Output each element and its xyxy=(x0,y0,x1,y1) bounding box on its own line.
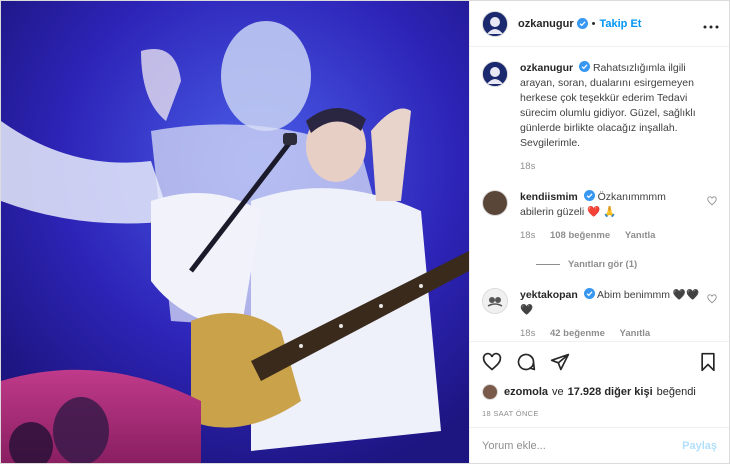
comment-input[interactable] xyxy=(482,439,683,452)
likes-summary: ezomola ve 17.928 diğer kişi beğendi xyxy=(470,381,729,403)
comment-likes[interactable]: 42 beğenme xyxy=(550,328,605,339)
caption-text-block: ozkanugur Rahatsızlığımla ilgili arayan,… xyxy=(520,61,717,151)
post-sidebar: ozkanugur • Takip Et ozkanugur Rahatsızl… xyxy=(469,1,729,463)
verified-badge-icon xyxy=(579,61,591,72)
share-send-icon[interactable] xyxy=(550,352,570,372)
avatar-image xyxy=(483,62,507,86)
comment-like-icon[interactable] xyxy=(707,294,717,304)
liker-username[interactable]: ezomola xyxy=(504,386,548,398)
post-comment-button[interactable]: Paylaş xyxy=(682,440,717,452)
instagram-post: ozkanugur • Takip Et ozkanugur Rahatsızl… xyxy=(0,0,730,464)
more-horizontal-icon[interactable] xyxy=(703,16,719,32)
comment-username[interactable]: kendiismim xyxy=(520,191,578,203)
comment-text-block: kendiismim Özkanımmmm abilerin güzeli ❤️… xyxy=(520,190,717,220)
avatar-image xyxy=(483,11,507,36)
comment-time[interactable]: 18s xyxy=(520,230,535,241)
avatar-image xyxy=(483,289,507,313)
caption-text: Rahatsızlığımla ilgili arayan, soran, du… xyxy=(520,62,696,149)
replies-line xyxy=(536,264,560,265)
post-photo[interactable] xyxy=(1,1,469,463)
comment-meta: 18s 42 beğenme Yanıtla xyxy=(520,328,717,339)
user-avatar[interactable] xyxy=(482,10,508,37)
likes-others[interactable]: 17.928 diğer kişi xyxy=(568,386,653,398)
caption-time[interactable]: 18s xyxy=(520,161,535,172)
bookmark-save-icon[interactable] xyxy=(699,352,717,372)
comment-meta: 18s 108 beğenme Yanıtla xyxy=(520,230,717,241)
separator-dot: • xyxy=(591,17,596,30)
likes-suffix: beğendi xyxy=(656,386,696,398)
like-heart-icon[interactable] xyxy=(482,352,502,372)
comment-avatar[interactable] xyxy=(482,288,508,314)
add-comment-bar: Paylaş xyxy=(470,427,729,463)
reply-button[interactable]: Yanıtla xyxy=(625,230,656,241)
post-timestamp[interactable]: 18 SAAT ÖNCE xyxy=(470,403,729,427)
post-header: ozkanugur • Takip Et xyxy=(470,1,729,47)
comment-like-icon[interactable] xyxy=(707,196,717,206)
comments-section: ozkanugur Rahatsızlığımla ilgili arayan,… xyxy=(470,47,729,341)
comment-avatar[interactable] xyxy=(482,190,508,216)
likes-connector: ve xyxy=(552,386,564,398)
caption-meta: 18s xyxy=(520,161,717,172)
concert-photo-illustration xyxy=(1,1,469,463)
caption-username[interactable]: ozkanugur xyxy=(520,62,573,74)
comment-text-block: yektakopan Abim benimmm 🖤🖤🖤 xyxy=(520,288,717,318)
comment-username[interactable]: yektakopan xyxy=(520,289,578,301)
verified-badge-icon xyxy=(583,190,595,201)
action-bar xyxy=(470,341,729,381)
follow-button[interactable]: Takip Et xyxy=(599,18,641,30)
liker-avatar[interactable] xyxy=(482,384,498,400)
caption: ozkanugur Rahatsızlığımla ilgili arayan,… xyxy=(482,61,717,151)
verified-badge-icon xyxy=(583,288,595,299)
comment-time[interactable]: 18s xyxy=(520,328,535,339)
verified-badge-icon xyxy=(576,18,588,29)
comment-item: yektakopan Abim benimmm 🖤🖤🖤 xyxy=(482,288,717,318)
comment-bubble-icon[interactable] xyxy=(516,352,536,372)
header-username[interactable]: ozkanugur xyxy=(518,18,574,30)
view-replies-button[interactable]: Yanıtları gör (1) xyxy=(536,259,717,270)
caption-avatar[interactable] xyxy=(482,61,508,87)
reply-button[interactable]: Yanıtla xyxy=(620,328,651,339)
comment-likes[interactable]: 108 beğenme xyxy=(550,230,610,241)
view-replies-label: Yanıtları gör (1) xyxy=(568,259,638,270)
comment-item: kendiismim Özkanımmmm abilerin güzeli ❤️… xyxy=(482,190,717,220)
